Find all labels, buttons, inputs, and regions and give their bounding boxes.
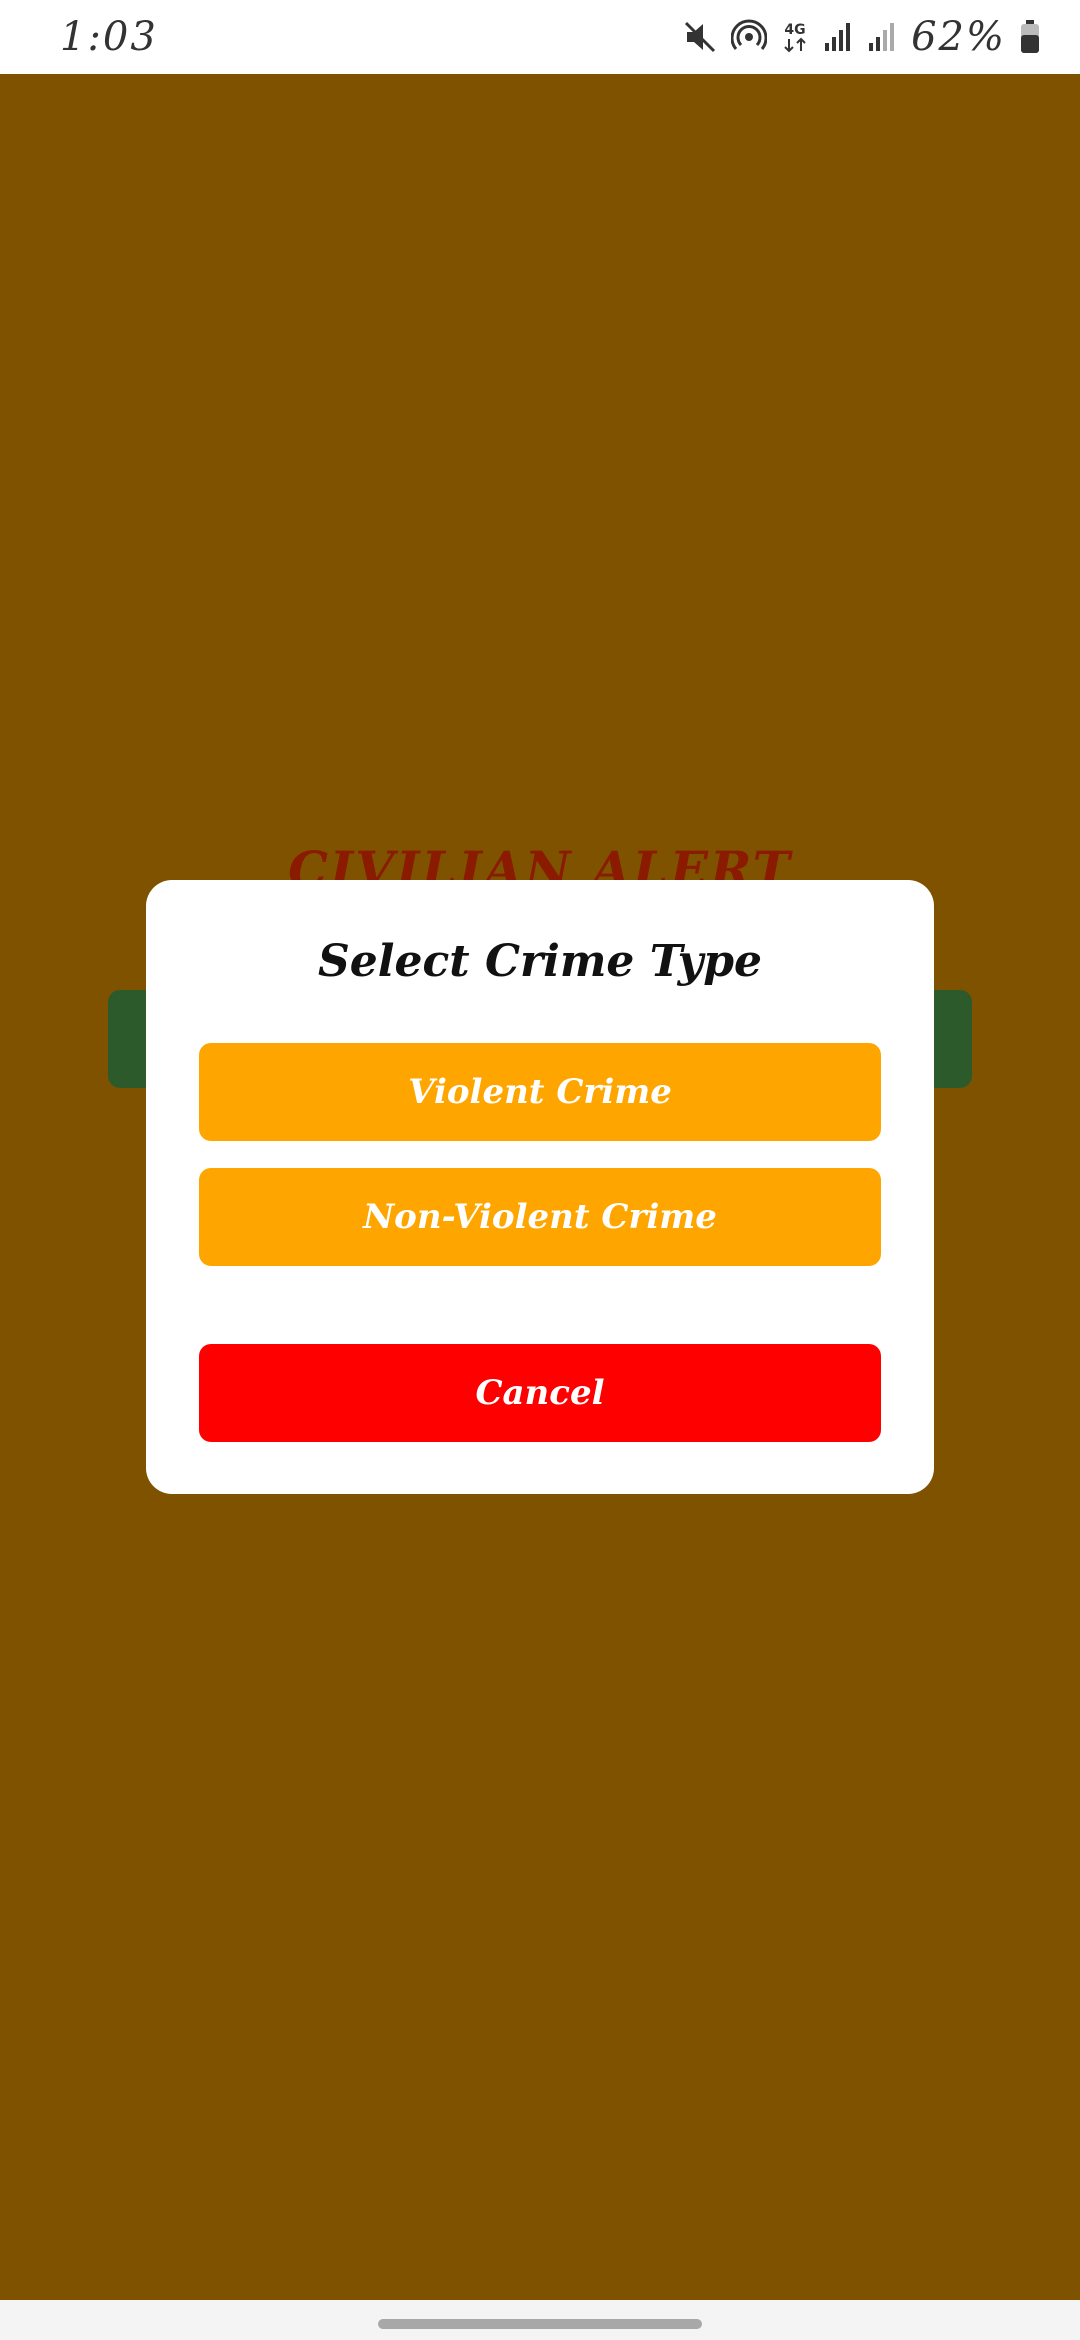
battery-icon xyxy=(1020,20,1040,54)
dialog-title: Select Crime Type xyxy=(318,936,762,987)
navigation-bar xyxy=(0,2300,1080,2340)
non-violent-crime-button[interactable]: Non-Violent Crime xyxy=(199,1168,881,1266)
signal-weak-icon xyxy=(867,21,897,53)
status-icons: 4G 62% xyxy=(683,14,1040,60)
signal-icon xyxy=(823,21,853,53)
violent-crime-button[interactable]: Violent Crime xyxy=(199,1043,881,1141)
network-type-label: 4G xyxy=(784,22,805,38)
4g-icon: 4G xyxy=(781,19,809,55)
crime-type-dialog: Select Crime Type Violent Crime Non-Viol… xyxy=(146,880,934,1494)
status-bar: 1:03 4G 62% xyxy=(0,0,1080,74)
cancel-button[interactable]: Cancel xyxy=(199,1344,881,1442)
status-time: 1:03 xyxy=(60,14,158,60)
hotspot-icon xyxy=(731,19,768,55)
home-gesture-handle[interactable] xyxy=(378,2319,702,2329)
mute-icon xyxy=(683,20,717,54)
battery-percent: 62% xyxy=(911,14,1006,60)
